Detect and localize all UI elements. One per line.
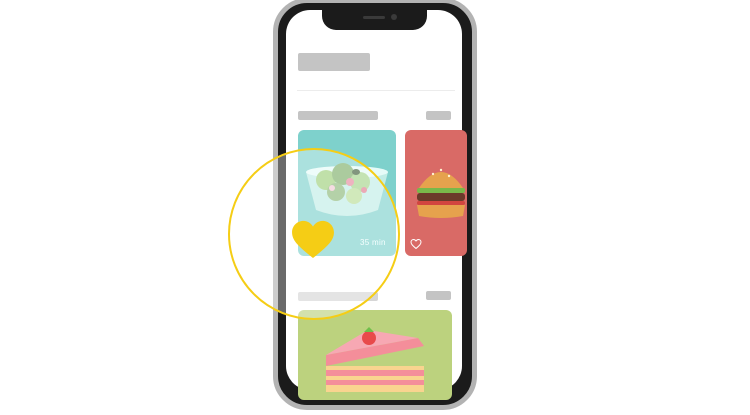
header-title-placeholder	[298, 53, 370, 71]
front-camera	[391, 14, 397, 20]
heart-filled-icon[interactable]	[290, 218, 336, 258]
section-title-placeholder	[298, 111, 378, 120]
recipe-card-cake[interactable]	[298, 310, 452, 400]
speaker-grill	[363, 16, 385, 19]
header-divider	[297, 90, 455, 91]
heart-outline-icon[interactable]	[410, 238, 422, 250]
see-all-placeholder[interactable]	[426, 111, 451, 120]
cake-slice-image	[326, 327, 424, 392]
see-all-placeholder-2[interactable]	[426, 291, 451, 300]
phone-notch	[322, 8, 427, 30]
